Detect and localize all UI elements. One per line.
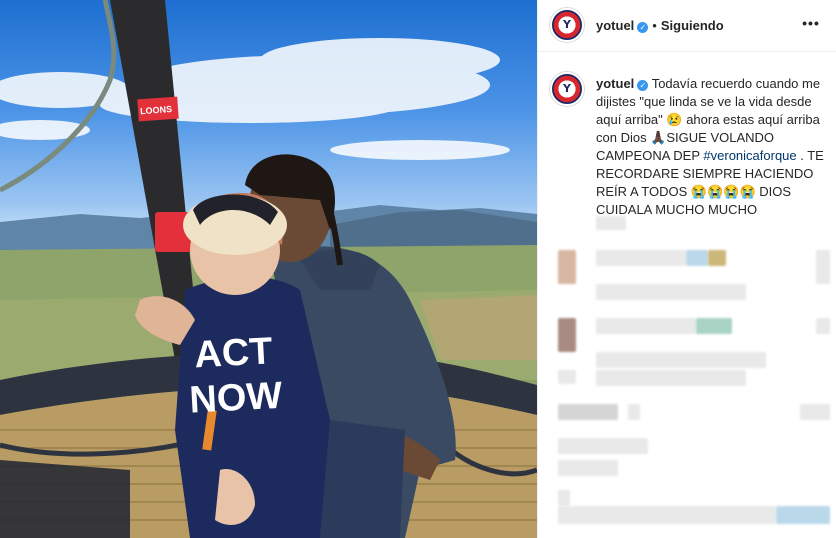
username-link[interactable]: yotuel	[596, 18, 634, 33]
post-header: Y yotuel ✓ • Siguiendo •••	[538, 0, 836, 52]
comment-placeholder	[686, 250, 708, 266]
post-caption: yotuel ✓ Todavía recuerdo cuando me dijis…	[596, 75, 828, 219]
comment-placeholder	[558, 370, 576, 384]
comment-placeholder	[596, 284, 746, 300]
comment-placeholder	[558, 460, 618, 476]
comment-placeholder	[558, 490, 570, 506]
post-sidebar: Y yotuel ✓ • Siguiendo ••• Y yotuel ✓ Todaví…	[537, 0, 836, 538]
comment-placeholder	[708, 250, 726, 266]
comment-avatar	[558, 250, 576, 284]
comment-placeholder	[596, 318, 696, 334]
caption-avatar[interactable]: Y	[550, 72, 584, 106]
comment-placeholder	[776, 506, 830, 524]
verified-badge-icon: ✓	[637, 22, 649, 33]
comment-placeholder	[596, 506, 776, 524]
clouds	[0, 38, 510, 160]
following-button[interactable]: Siguiendo	[661, 18, 724, 33]
comment-placeholder	[558, 438, 648, 454]
comment-placeholder	[596, 352, 766, 368]
comment-avatar	[558, 318, 576, 352]
emoji-crying-face: 😢	[666, 112, 683, 127]
caption-verified-icon: ✓	[637, 80, 649, 91]
comment-placeholder	[596, 250, 686, 266]
comment-placeholder	[558, 506, 598, 524]
emoji-sobbing-faces: 😭😭😭😭	[690, 184, 756, 199]
comment-placeholder	[816, 250, 830, 284]
instagram-post: ACT NOW LOONS Y yotuel ✓ • Siguiendo ••• Y …	[0, 0, 836, 538]
shirt-text-act: ACT	[193, 330, 273, 376]
comment-placeholder	[628, 404, 640, 420]
separator-dot: •	[652, 18, 657, 33]
comment-placeholder	[816, 318, 830, 334]
post-photo[interactable]: ACT NOW LOONS	[0, 0, 537, 538]
avatar-icon: Y	[563, 18, 571, 31]
header-user-line: yotuel ✓ • Siguiendo	[596, 17, 724, 35]
shirt-text-now: NOW	[188, 375, 283, 422]
hashtag-link[interactable]: #veronicaforque	[703, 148, 796, 163]
more-options-icon[interactable]: •••	[801, 16, 821, 34]
comment-placeholder	[558, 404, 618, 420]
caption-avatar-icon: Y	[563, 82, 571, 95]
avatar[interactable]: Y	[550, 8, 584, 42]
comment-placeholder	[800, 404, 830, 420]
comment-placeholder	[596, 216, 626, 230]
comment-placeholder	[696, 318, 732, 334]
caption-username-link[interactable]: yotuel	[596, 76, 634, 91]
photo-illustration: ACT NOW LOONS	[0, 0, 537, 538]
emoji-praying-hands: 🙏🏿	[650, 130, 667, 145]
comment-placeholder	[596, 370, 746, 386]
